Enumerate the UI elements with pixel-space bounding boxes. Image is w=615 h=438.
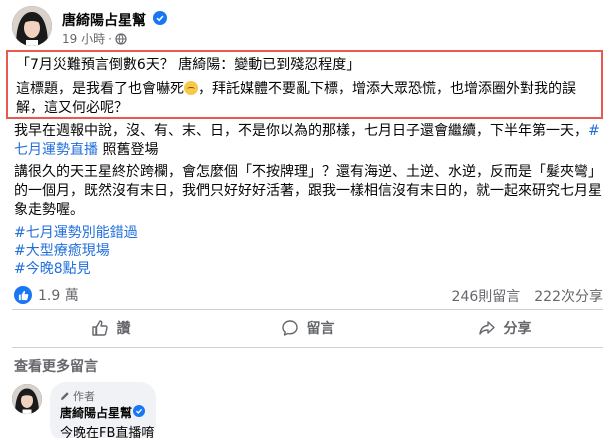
commenter-name[interactable]: 唐綺陽占星幫	[60, 404, 132, 421]
share-arrow-icon	[478, 321, 495, 335]
post-paragraph-2: 講很久的天王星終於跨欄，會怎麼個「不按牌理」？還有海逆、土逆、水逆，反而是「髮夾…	[14, 164, 602, 218]
author-label: 作者	[73, 390, 95, 403]
share-label: 分享	[503, 321, 532, 337]
action-bar: 讚 留言 分享	[12, 312, 603, 344]
highlight-body: 這標題，是我看了也會嚇死 ，拜託媒體不要亂下標，增添大眾恐慌，也增添圈外對我的誤解…	[16, 80, 596, 118]
sleepy-face-emoji-icon	[184, 81, 198, 95]
verified-badge-icon	[153, 11, 167, 25]
hashtag-list: #七月運勢別能錯過 #大型療癒現場 #今晚8點見	[14, 224, 138, 278]
comment-bubble: 作者 唐綺陽占星幫 今晚在FB直播唷	[50, 382, 156, 438]
view-more-comments-link[interactable]: 查看更多留言	[14, 356, 98, 376]
page-name[interactable]: 唐綺陽占星幫	[62, 10, 146, 30]
paragraph-1-tail: 照舊登場	[98, 142, 159, 158]
highlight-title: 「7月災難預言倒數6天？ 唐綺陽：變動已到殘忍程度」	[16, 57, 361, 73]
verified-badge-icon	[133, 405, 145, 417]
post-paragraph-1: 我早在週報中說，沒、有、末、日，不是你以為的那樣，七月日子還會繼續，下半年第一天…	[14, 122, 604, 160]
comment-text: 今晚在FB直播唷	[60, 426, 155, 438]
engagement-stats: 246則留言 222次分享	[452, 286, 603, 306]
share-count[interactable]: 222次分享	[534, 286, 603, 306]
like-label: 讚	[116, 321, 131, 337]
post-header: 唐綺陽占星幫 19 小時 ·	[12, 6, 412, 46]
divider	[12, 347, 603, 348]
reaction-count: 1.9 萬	[38, 288, 79, 304]
author-badge: 作者	[60, 388, 95, 404]
comment-bubble-icon	[281, 320, 298, 336]
paragraph-1-text: 我早在週報中說，沒、有、末、日，不是你以為的那樣，七月日子還會繼續，下半年第一天…	[14, 123, 588, 139]
highlight-body-part1: 這標題，是我看了也會嚇死	[16, 81, 184, 97]
comment-button[interactable]: 留言	[209, 312, 406, 344]
meta-separator: ·	[108, 31, 112, 46]
post-time[interactable]: 19 小時	[62, 30, 105, 47]
hashtag-link[interactable]: #七月運勢別能錯過	[14, 224, 138, 242]
globe-icon	[115, 32, 127, 45]
commenter-avatar[interactable]	[12, 384, 42, 414]
hashtag-link[interactable]: #今晚8點見	[14, 260, 138, 278]
pencil-icon	[61, 392, 69, 400]
share-button[interactable]: 分享	[406, 312, 603, 344]
like-button[interactable]: 讚	[12, 312, 209, 344]
thumbs-up-icon	[91, 320, 108, 336]
reactions-summary[interactable]: 1.9 萬	[14, 285, 79, 305]
page-avatar[interactable]	[12, 6, 52, 46]
comment-count[interactable]: 246則留言	[452, 286, 521, 306]
divider	[12, 309, 603, 310]
hashtag-link[interactable]: #大型療癒現場	[14, 242, 138, 260]
comment-label: 留言	[306, 321, 335, 337]
post-meta: 19 小時 ·	[62, 30, 127, 47]
like-reaction-icon	[14, 286, 32, 304]
facebook-post-card: 唐綺陽占星幫 19 小時 · 「7月災難預言倒數6天？ 唐綺陽：變動已到殘忍程度…	[0, 0, 615, 438]
highlight-box: 「7月災難預言倒數6天？ 唐綺陽：變動已到殘忍程度」 這標題，是我看了也會嚇死，…	[6, 50, 603, 119]
